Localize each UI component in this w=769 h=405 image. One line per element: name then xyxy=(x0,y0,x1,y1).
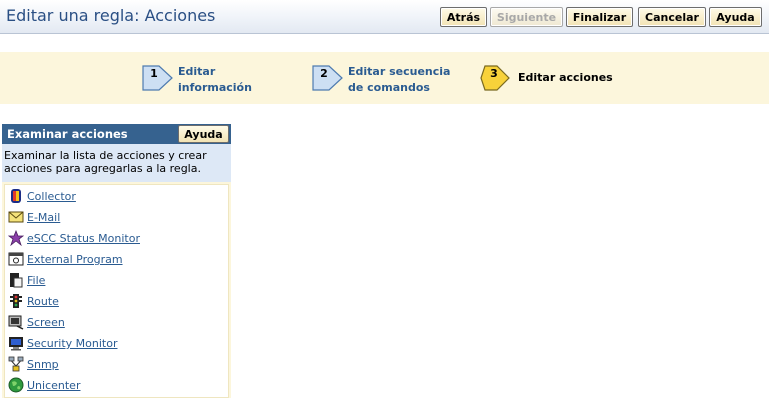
help-button[interactable]: Ayuda xyxy=(709,7,762,27)
panel-title: Examinar acciones xyxy=(7,127,128,141)
envelope-icon xyxy=(8,211,24,223)
back-button[interactable]: Atrás xyxy=(440,7,487,27)
step-number: 3 xyxy=(490,67,498,80)
step-number: 2 xyxy=(320,67,328,80)
traffic-light-icon xyxy=(10,294,22,308)
step-label[interactable]: Editar información xyxy=(178,64,252,96)
item-label[interactable]: Screen xyxy=(27,316,65,329)
step-label[interactable]: Editar secuencia de comandos xyxy=(348,64,450,96)
item-label[interactable]: Snmp xyxy=(27,358,59,371)
step-number: 1 xyxy=(150,67,158,80)
header-bar: Editar una regla: Acciones Atrás Siguien… xyxy=(0,0,769,34)
collector-icon xyxy=(11,189,21,203)
cancel-button[interactable]: Cancelar xyxy=(638,7,706,27)
step-edit-information[interactable]: 1 Editar información xyxy=(142,52,282,104)
panel-description: Examinar la lista de acciones y crear acc… xyxy=(2,144,231,182)
next-button[interactable]: Siguiente xyxy=(490,7,563,27)
status-monitor-icon xyxy=(8,230,24,246)
security-monitor-icon xyxy=(9,337,23,351)
globe-icon xyxy=(8,377,24,393)
item-label[interactable]: Security Monitor xyxy=(27,337,117,350)
screen-icon xyxy=(8,315,24,330)
action-list: Collector E-Mail eSCC Status Monitor Ext… xyxy=(4,184,229,398)
step-edit-actions: 3 Editar acciones xyxy=(479,52,629,104)
wizard-steps: 1 Editar información 2 Editar secuencia de… xyxy=(0,52,769,104)
panel-header: Examinar acciones Ayuda xyxy=(2,124,231,144)
step-label: Editar acciones xyxy=(518,71,613,84)
browse-actions-panel: Examinar acciones Ayuda Examinar la list… xyxy=(2,124,231,398)
item-label[interactable]: Route xyxy=(27,295,59,308)
step-edit-command-sequence[interactable]: 2 Editar secuencia de comandos xyxy=(312,52,472,104)
snmp-network-icon xyxy=(8,356,24,372)
item-label[interactable]: eSCC Status Monitor xyxy=(27,232,140,245)
page-title: Editar una regla: Acciones xyxy=(6,6,216,25)
item-label[interactable]: Collector xyxy=(27,190,76,203)
item-label[interactable]: File xyxy=(27,274,45,287)
panel-help-button[interactable]: Ayuda xyxy=(178,125,229,143)
item-label[interactable]: Unicenter xyxy=(27,379,80,392)
item-label[interactable]: E-Mail xyxy=(27,211,60,224)
program-window-icon xyxy=(8,252,24,266)
item-label[interactable]: External Program xyxy=(27,253,123,266)
file-icon xyxy=(10,273,23,288)
finish-button[interactable]: Finalizar xyxy=(566,7,633,27)
